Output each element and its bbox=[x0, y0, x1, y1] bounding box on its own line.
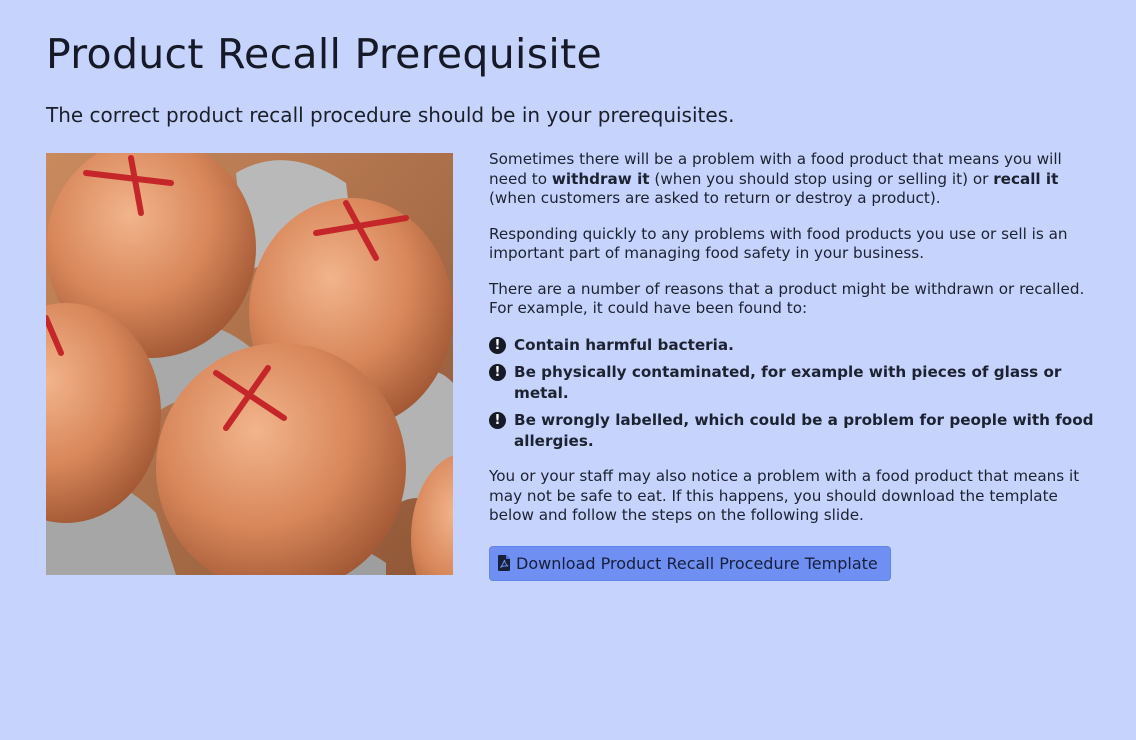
page: Product Recall Prerequisite The correct … bbox=[0, 0, 1136, 740]
page-subtitle: The correct product recall procedure sho… bbox=[46, 103, 735, 127]
intro-paragraph: Sometimes there will be a problem with a… bbox=[489, 150, 1062, 207]
exclamation-circle-icon: ! bbox=[489, 336, 506, 354]
exclamation-circle-icon: ! bbox=[489, 364, 506, 381]
file-pdf-icon bbox=[498, 555, 510, 571]
download-button-label: Download Product Recall Procedure Templa… bbox=[516, 553, 878, 573]
withdraw-term: withdraw it bbox=[551, 169, 650, 188]
eggs-photo bbox=[46, 153, 453, 575]
reasons-intro-paragraph: There are a number of reasons that a pro… bbox=[489, 279, 1085, 318]
list-item: ! Be wrongly labelled, which could be a p… bbox=[489, 410, 1104, 451]
response-paragraph: Responding quickly to any problems with … bbox=[489, 224, 1068, 263]
exclamation-circle-icon: ! bbox=[489, 412, 506, 429]
closing-paragraph: You or your staff may also notice a prob… bbox=[489, 467, 1080, 524]
recall-term: recall it bbox=[993, 169, 1059, 188]
reasons-list: ! Contain harmful bacteria. ! Be physicall… bbox=[489, 335, 1104, 452]
download-template-button[interactable]: Download Product Recall Procedure Templa… bbox=[489, 545, 891, 581]
list-item: ! Be physically contaminated, for example… bbox=[489, 362, 1104, 403]
page-title: Product Recall Prerequisite bbox=[46, 30, 602, 78]
list-item: ! Contain harmful bacteria. bbox=[489, 335, 1104, 356]
content-column: Sometimes there will be a problem with a… bbox=[489, 150, 1104, 581]
